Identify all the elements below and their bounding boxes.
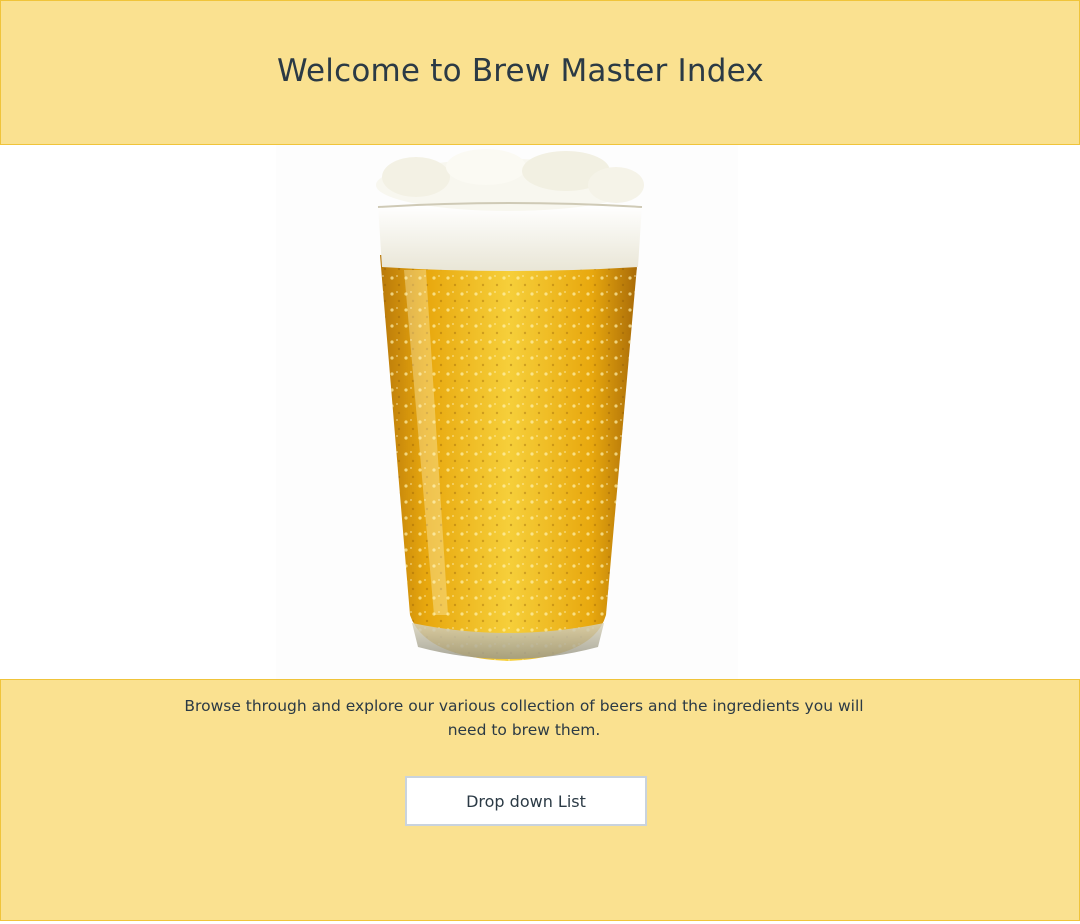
footer-section: Browse through and explore our various c…	[0, 679, 1080, 921]
intro-text: Browse through and explore our various c…	[184, 697, 864, 739]
dropdown-list-button[interactable]: Drop down List	[405, 776, 647, 826]
header-banner: Welcome to Brew Master Index	[0, 0, 1080, 145]
page-title: Welcome to Brew Master Index	[277, 53, 764, 89]
beer-glass-image	[276, 145, 738, 679]
